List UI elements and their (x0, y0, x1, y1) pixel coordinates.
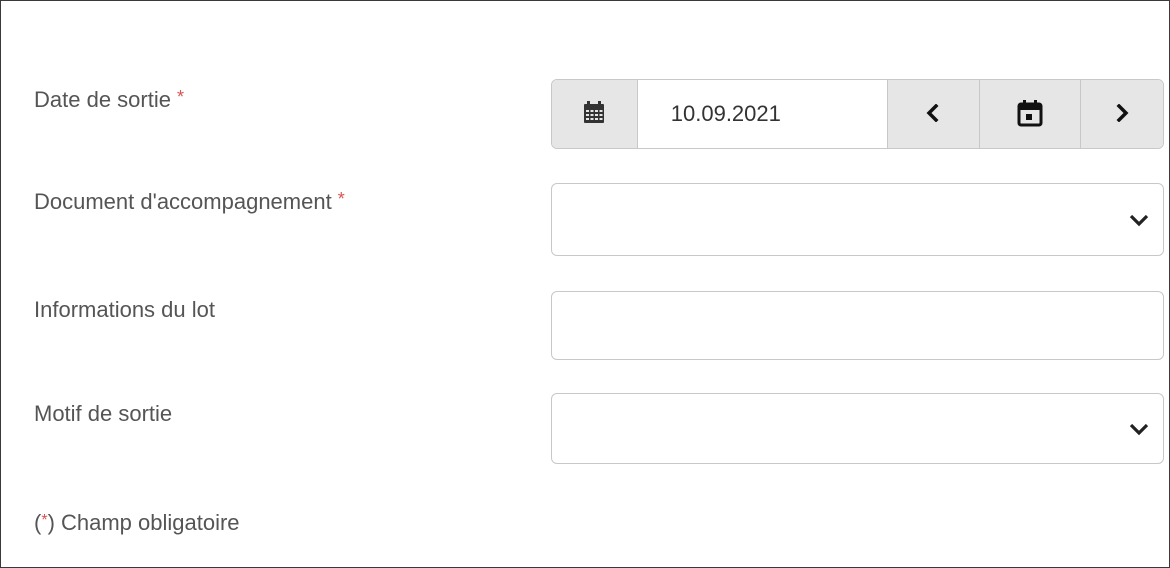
accompanying-document-select[interactable] (551, 183, 1164, 256)
exit-date-label-text: Date de sortie (34, 87, 171, 112)
accompanying-document-label: Document d'accompagnement * (34, 189, 345, 215)
footnote-text: ) Champ obligatoire (47, 510, 240, 535)
exit-reason-label-text: Motif de sortie (34, 401, 173, 426)
exit-date-picker (551, 79, 1164, 149)
exit-date-input[interactable] (637, 80, 887, 148)
today-button[interactable] (978, 80, 1081, 148)
calendar-grid-icon (584, 100, 605, 128)
next-day-button[interactable] (1080, 80, 1163, 148)
chevron-right-icon (1115, 103, 1129, 125)
form-panel: Date de sortie * 10.09.2021 Document d'a… (0, 0, 1170, 568)
calendar-addon[interactable] (552, 80, 638, 148)
lot-info-label-text: Informations du lot (34, 297, 215, 322)
required-asterisk: * (337, 189, 345, 209)
exit-reason-label: Motif de sortie (34, 401, 172, 427)
lot-info-label: Informations du lot (34, 297, 215, 323)
chevron-down-icon (1129, 213, 1149, 227)
footnote-asterisk: * (41, 512, 48, 529)
chevron-down-icon (1129, 422, 1149, 436)
exit-reason-select[interactable] (551, 393, 1164, 464)
accompanying-document-label-text: Document d'accompagnement (34, 189, 332, 214)
lot-info-input[interactable] (551, 291, 1164, 360)
chevron-left-icon (926, 103, 940, 125)
required-asterisk: * (176, 87, 184, 107)
previous-day-button[interactable] (886, 80, 979, 148)
calendar-today-icon (1017, 99, 1043, 130)
exit-date-label: Date de sortie * (34, 87, 184, 113)
required-footnote: (*) Champ obligatoire (34, 510, 240, 536)
